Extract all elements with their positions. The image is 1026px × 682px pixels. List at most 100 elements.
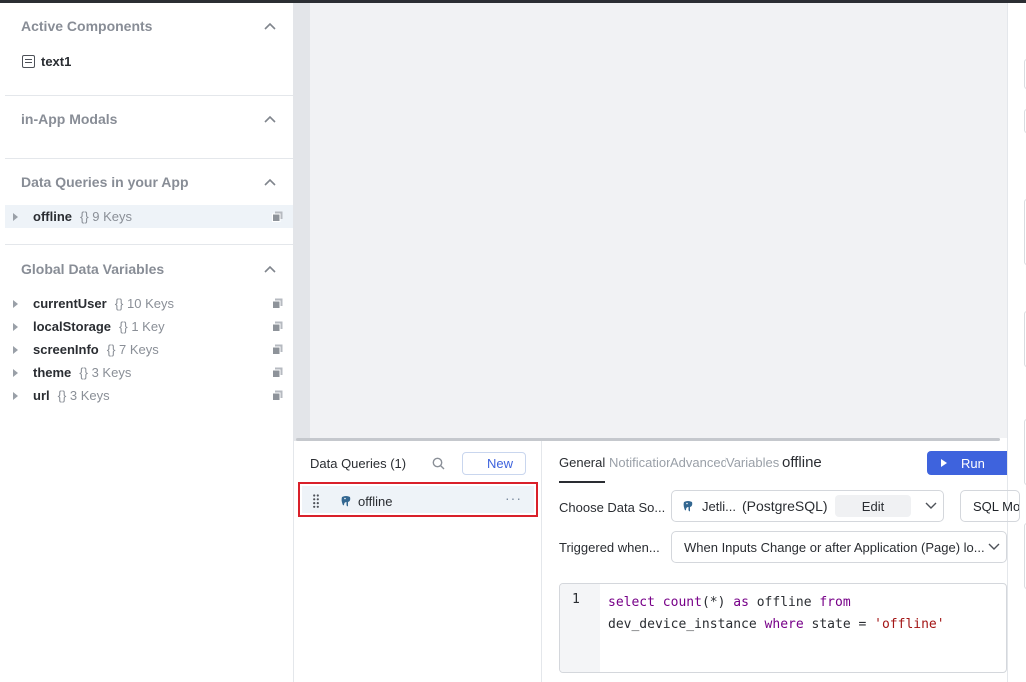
trigger-select[interactable]: When Inputs Change or after Application … [671,531,1007,563]
tab-variables[interactable]: Variables [726,455,782,470]
editor-tabs: General Notifications Advanced Variables [559,455,782,483]
query-item-body[interactable]: offline ··· [302,486,534,513]
query-list-title: Data Queries (1) [310,455,407,471]
query-item-offline[interactable]: offline ··· [298,482,538,517]
query-name: offline [358,494,393,509]
caret-right-icon[interactable] [13,212,18,221]
sql-mode-select[interactable]: SQL Mode [960,490,1020,522]
chevron-down-icon[interactable] [988,540,1000,552]
section-title: Global Data Variables [21,260,165,277]
var-name: theme [33,365,72,380]
trigger-value: When Inputs Change or after Application … [684,539,985,555]
left-panel: Active Components text1 in-App Modals Da… [5,3,293,682]
var-name: localStorage [33,319,112,334]
var-keys: {} 3 Keys [79,365,132,380]
modals-header[interactable]: in-App Modals [5,96,293,142]
postgres-icon [683,501,693,512]
copy-icon[interactable] [272,367,283,378]
datasource-select[interactable]: Jetli... (PostgreSQL) Edit [671,490,944,522]
query-list-header: Data Queries (1) New [294,441,541,485]
query-list-panel: Data Queries (1) New offline ··· [293,441,542,682]
code-text: (*) [701,595,734,610]
active-components-header[interactable]: Active Components [5,3,293,48]
app-canvas[interactable] [310,3,1007,438]
code-line-2: dev_device_instance where state = 'offli… [608,614,945,636]
text-icon [22,54,35,68]
global-var-localStorage[interactable]: localStorage {} 1 Key [5,315,293,338]
datasource-type: (PostgreSQL) [741,498,828,514]
line-number: 1 [572,592,580,607]
section-title: Active Components [21,17,153,34]
caret-right-icon[interactable] [13,345,18,354]
global-var-screenInfo[interactable]: screenInfo {} 7 Keys [5,338,293,361]
active-components-section: Active Components text1 [5,3,293,96]
copy-icon[interactable] [272,298,283,309]
tab-general[interactable]: General [559,455,609,470]
var-keys: {} 9 Keys [80,209,133,224]
copy-icon[interactable] [272,211,283,222]
line-number-gutter: 1 [560,584,600,672]
var-keys: {} 10 Keys [114,296,174,311]
global-vars-header[interactable]: Global Data Variables [5,245,293,292]
component-item-text1[interactable]: text1 [5,48,293,74]
data-query-item-offline[interactable]: offline {} 9 Keys [5,205,293,228]
sql-code[interactable]: select count(*) as offline from dev_devic… [608,592,945,636]
section-title: Data Queries in your App [21,174,189,190]
var-name: url [33,388,50,403]
query-editor: General Notifications Advanced Variables… [543,441,1020,682]
datasource-label: Choose Data So... [559,500,666,515]
search-icon[interactable] [432,457,445,470]
new-query-button[interactable]: New [462,452,526,475]
play-icon [941,459,947,467]
var-name: screenInfo [33,342,99,357]
component-name: text1 [41,53,72,69]
drag-handle-icon[interactable] [313,494,319,508]
function: count [662,595,702,610]
section-title: in-App Modals [21,111,118,127]
chevron-up-icon[interactable] [263,112,277,126]
tab-advanced[interactable]: Advanced [670,455,726,470]
data-queries-header[interactable]: Data Queries in your App [5,159,293,205]
global-var-theme[interactable]: theme {} 3 Keys [5,361,293,384]
tab-notifications[interactable]: Notifications [609,455,670,470]
var-name: offline [33,209,72,224]
keyword: as [733,595,749,610]
keyword: where [764,617,804,632]
caret-right-icon[interactable] [13,322,18,331]
var-keys: {} 7 Keys [106,342,159,357]
var-keys: {} 3 Keys [57,388,110,403]
code-text: state = [803,617,875,632]
run-button[interactable]: Run [927,451,1007,475]
var-keys: {} 1 Key [119,319,165,334]
caret-right-icon[interactable] [13,368,18,377]
canvas-ruler [293,3,310,441]
keyword: select [608,595,655,610]
edit-datasource-button[interactable]: Edit [835,495,911,517]
string-literal: 'offline' [874,617,945,632]
keyword: from [819,595,851,610]
more-options-icon[interactable]: ··· [505,490,522,506]
datasource-name: Jetli... [702,498,736,514]
active-tab-underline [559,481,605,483]
chevron-up-icon[interactable] [263,19,277,33]
code-text: dev_device_instance [608,617,765,632]
caret-right-icon[interactable] [13,391,18,400]
chevron-down-icon[interactable] [925,499,937,511]
sql-code-editor[interactable]: 1 select count(*) as offline from dev_dev… [559,583,1007,673]
copy-icon[interactable] [272,390,283,401]
trigger-label: Triggered when... [559,540,660,555]
copy-icon[interactable] [272,321,283,332]
data-queries-section: Data Queries in your App offline {} 9 Ke… [5,159,293,245]
var-name: currentUser [33,296,107,311]
global-var-currentUser[interactable]: currentUser {} 10 Keys [5,292,293,315]
copy-icon[interactable] [272,344,283,355]
global-var-url[interactable]: url {} 3 Keys [5,384,293,407]
code-line-1: select count(*) as offline from [608,592,945,614]
query-title[interactable]: offline [782,454,822,471]
right-inspector-edge [1007,3,1026,682]
run-label: Run [961,455,985,471]
code-text: offline [748,595,820,610]
chevron-up-icon[interactable] [263,175,277,189]
caret-right-icon[interactable] [13,299,18,308]
chevron-up-icon[interactable] [263,262,277,276]
